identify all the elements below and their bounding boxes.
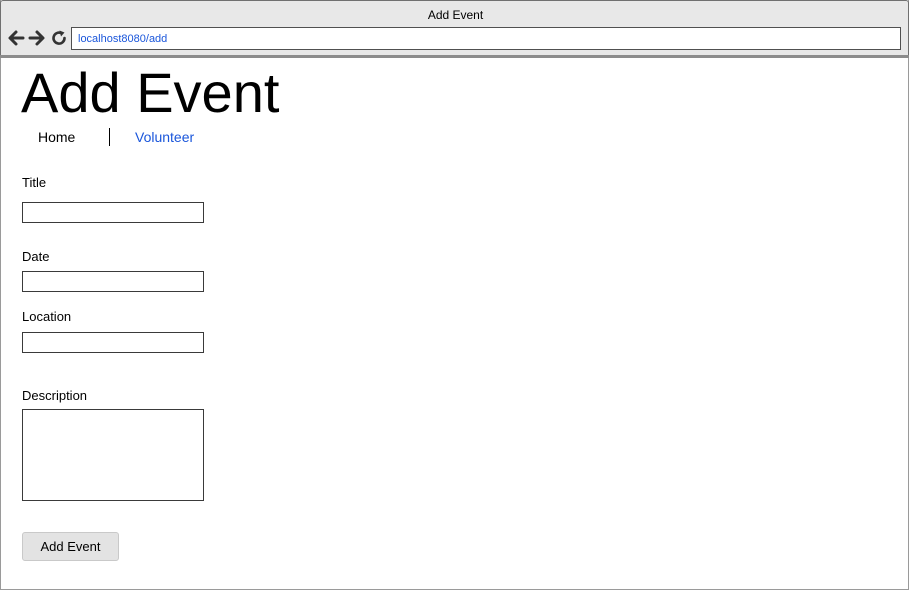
nav-divider — [109, 128, 110, 146]
title-input[interactable] — [22, 202, 204, 223]
reload-icon[interactable] — [50, 29, 68, 47]
nav-link-home[interactable]: Home — [38, 129, 75, 145]
address-bar[interactable]: localhost8080/add — [71, 27, 901, 50]
window-title: Add Event — [427, 8, 484, 22]
description-label: Description — [22, 388, 88, 403]
location-input[interactable] — [22, 332, 204, 353]
nav-link-volunteer[interactable]: Volunteer — [135, 129, 194, 145]
arrow-left-icon[interactable] — [7, 29, 25, 47]
location-label: Location — [22, 309, 72, 324]
arrow-right-icon[interactable] — [28, 29, 46, 47]
url-text: localhost8080/add — [78, 33, 168, 45]
date-label: Date — [22, 249, 50, 264]
chrome-divider — [0, 55, 909, 58]
date-input[interactable] — [22, 271, 204, 292]
add-event-button[interactable]: Add Event — [22, 532, 119, 561]
page-title: Add Event — [21, 61, 280, 124]
title-label: Title — [22, 175, 47, 190]
description-textarea[interactable] — [22, 409, 204, 501]
